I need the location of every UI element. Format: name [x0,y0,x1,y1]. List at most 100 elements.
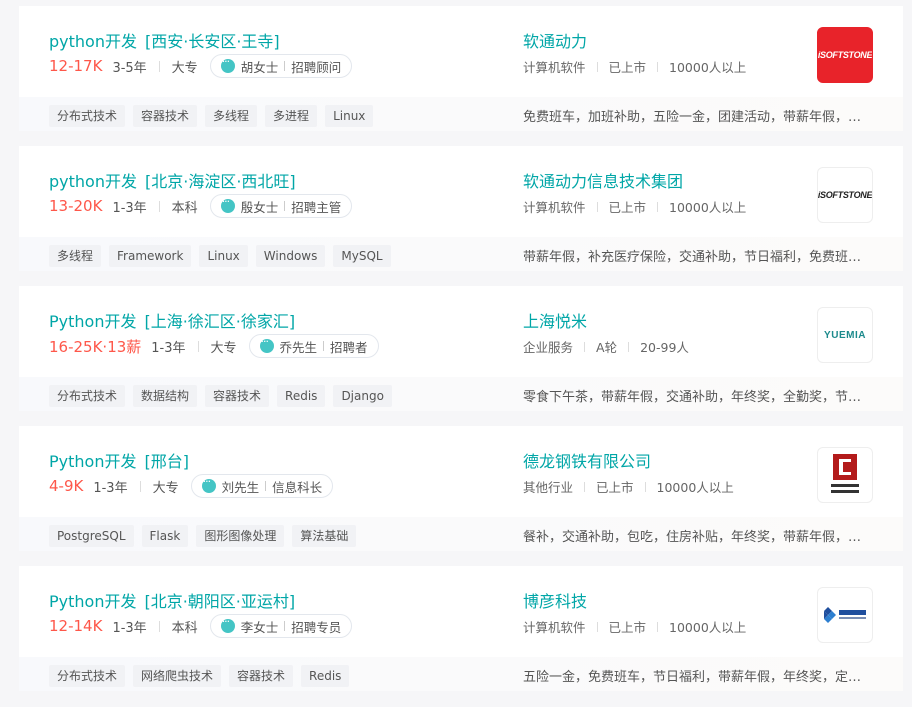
company-name-link[interactable]: 软通动力信息技术集团 [523,168,683,192]
chat-bubble-icon [259,335,274,353]
recruiter-title: 招聘者 [330,339,368,355]
recruiter-chat-button[interactable]: 胡女士 招聘顾问 [209,54,353,78]
job-degree: 本科 [171,200,198,216]
company-industry: 企业服务 [523,340,574,355]
job-list: python开发 [西安·长安区·王寺] 12-17K 3-5年 大专 胡女士 招… [0,0,912,707]
company-stage: 已上市 [596,480,634,495]
company-industry: 计算机软件 [523,60,586,75]
company-name-link[interactable]: 博彦科技 [523,588,587,612]
job-card-footer: 多线程 Framework Linux Windows MySQL 带薪年假，补充医疗保… [19,237,903,271]
recruiter-chat-button[interactable]: 李女士 招聘专员 [209,614,353,638]
job-salary: 16-25K·13薪 [49,337,142,356]
recruiter-name: 胡女士 [240,59,279,75]
skill-tags: 多线程 Framework Linux Windows MySQL [49,245,399,267]
company-welfare: 五险一金，免费班车，节日福利，带薪年假，年终奖，定期体检 [523,670,867,685]
company-size: 10000人以上 [669,200,747,215]
divider [265,481,267,491]
job-title-link[interactable]: Python开发 [北京·朝阳区·亚运村] [49,588,295,612]
skill-tag: PostgreSQL [49,525,134,547]
job-info: 12-14K 1-3年 本科 李女士 招聘专员 [49,614,353,638]
skill-tag: Framework [109,245,192,267]
company-size: 10000人以上 [669,620,747,635]
divider [158,60,160,72]
skill-tag: Redis [301,665,350,687]
skill-tag: 多线程 [49,245,102,267]
company-stage: 已上市 [608,200,647,215]
chat-bubble-icon [220,55,235,73]
skill-tags: 分布式技术 容器技术 多线程 多进程 Linux [49,105,381,127]
job-card[interactable]: python开发 [西安·长安区·王寺] 12-17K 3-5年 大专 胡女士 招… [19,6,903,131]
skill-tag: Flask [141,525,189,547]
divider [596,201,598,212]
job-title[interactable]: python开发 [49,32,137,51]
job-title-link[interactable]: python开发 [北京·海淀区·西北旺] [49,168,296,192]
company-name-link[interactable]: 上海悦米 [523,308,587,332]
logo-wordmark: iSOFTSTONE [817,190,873,200]
divider [284,61,286,71]
divider [584,341,586,352]
job-card-footer: PostgreSQL Flask 图形图像处理 算法基础 餐补，交通补助，包吃，住房补… [19,517,903,551]
recruiter-title: 信息科长 [272,479,323,495]
job-title[interactable]: Python开发 [49,592,136,611]
job-card[interactable]: Python开发 [邢台] 4-9K 1-3年 大专 刘先生 信息科长 德龙钢铁有… [19,426,903,551]
job-salary: 13-20K [49,197,103,215]
recruiter-title: 招聘专员 [291,619,342,635]
beyondsoft-logo[interactable] [817,587,873,643]
recruiter-title: 招聘主管 [291,199,342,215]
job-card-primary[interactable]: python开发 [北京·海淀区·西北旺] 13-20K 1-3年 本科 殷女士 … [19,146,903,237]
recruiter-chat-button[interactable]: 乔先生 招聘者 [248,334,379,358]
job-title-link[interactable]: Python开发 [上海·徐汇区·徐家汇] [49,308,295,332]
divider [628,341,630,352]
skill-tag: 容器技术 [133,105,198,127]
company-size: 20-99人 [640,340,689,355]
divider [657,61,659,72]
job-experience: 1-3年 [112,620,147,636]
job-card-footer: 分布式技术 数据结构 容器技术 Redis Django 零食下午茶，带薪年假，交通补助… [19,377,903,411]
job-area: [邢台] [144,452,189,471]
job-degree: 大专 [171,60,198,76]
job-card[interactable]: python开发 [北京·海淀区·西北旺] 13-20K 1-3年 本科 殷女士 … [19,146,903,271]
isoftstone-red-logo[interactable]: iSOFTSTONE [817,27,873,83]
divider [323,341,325,351]
company-name-link[interactable]: 软通动力 [523,28,587,52]
job-title[interactable]: python开发 [49,172,137,191]
job-card-primary[interactable]: Python开发 [上海·徐汇区·徐家汇] 16-25K·13薪 1-3年 大专 … [19,286,903,377]
divider [158,620,160,632]
chat-bubble-icon [201,475,216,493]
job-card[interactable]: Python开发 [上海·徐汇区·徐家汇] 16-25K·13薪 1-3年 大专 … [19,286,903,411]
job-card-primary[interactable]: Python开发 [邢台] 4-9K 1-3年 大专 刘先生 信息科长 德龙钢铁有… [19,426,903,517]
skill-tags: 分布式技术 数据结构 容器技术 Redis Django [49,385,400,407]
chat-bubble-icon [220,615,235,633]
company-welfare: 餐补，交通补助，包吃，住房补贴，年终奖，带薪年假，五险一金 [523,530,867,545]
recruiter-chat-button[interactable]: 殷女士 招聘主管 [209,194,353,218]
recruiter-title: 招聘顾问 [291,59,342,75]
job-title-link[interactable]: Python开发 [邢台] [49,448,189,472]
logo-wordmark: YUEMIA [824,329,866,341]
company-info: 其他行业 已上市 10000人以上 [523,477,734,496]
yuemia-logo[interactable]: YUEMIA [817,307,873,363]
company-name-link[interactable]: 德龙钢铁有限公司 [523,448,651,472]
delong-logo[interactable] [817,447,873,503]
job-info: 16-25K·13薪 1-3年 大专 乔先生 招聘者 [49,334,379,358]
isoftstone-white-logo[interactable]: iSOFTSTONE [817,167,873,223]
job-card-primary[interactable]: Python开发 [北京·朝阳区·亚运村] 12-14K 1-3年 本科 李女士 … [19,566,903,657]
job-degree: 本科 [171,620,198,636]
skill-tag: 分布式技术 [49,665,126,687]
company-industry: 计算机软件 [523,200,586,215]
skill-tag: 分布式技术 [49,105,126,127]
skill-tag: 图形图像处理 [196,525,285,547]
recruiter-chat-button[interactable]: 刘先生 信息科长 [190,474,334,498]
divider [657,621,659,632]
job-title[interactable]: Python开发 [49,452,136,471]
job-card-primary[interactable]: python开发 [西安·长安区·王寺] 12-17K 3-5年 大专 胡女士 招… [19,6,903,97]
recruiter-name: 刘先生 [221,479,260,495]
job-title[interactable]: Python开发 [49,312,136,331]
skill-tags: PostgreSQL Flask 图形图像处理 算法基础 [49,525,364,547]
delong-emblem-icon [831,454,859,493]
job-card[interactable]: Python开发 [北京·朝阳区·亚运村] 12-14K 1-3年 本科 李女士 … [19,566,903,691]
job-area: [上海·徐汇区·徐家汇] [144,312,296,331]
skill-tag: MySQL [333,245,391,267]
job-title-link[interactable]: python开发 [西安·长安区·王寺] [49,28,280,52]
beyondsoft-emblem-icon [824,607,866,623]
skill-tags: 分布式技术 网络爬虫技术 容器技术 Redis [49,665,357,687]
